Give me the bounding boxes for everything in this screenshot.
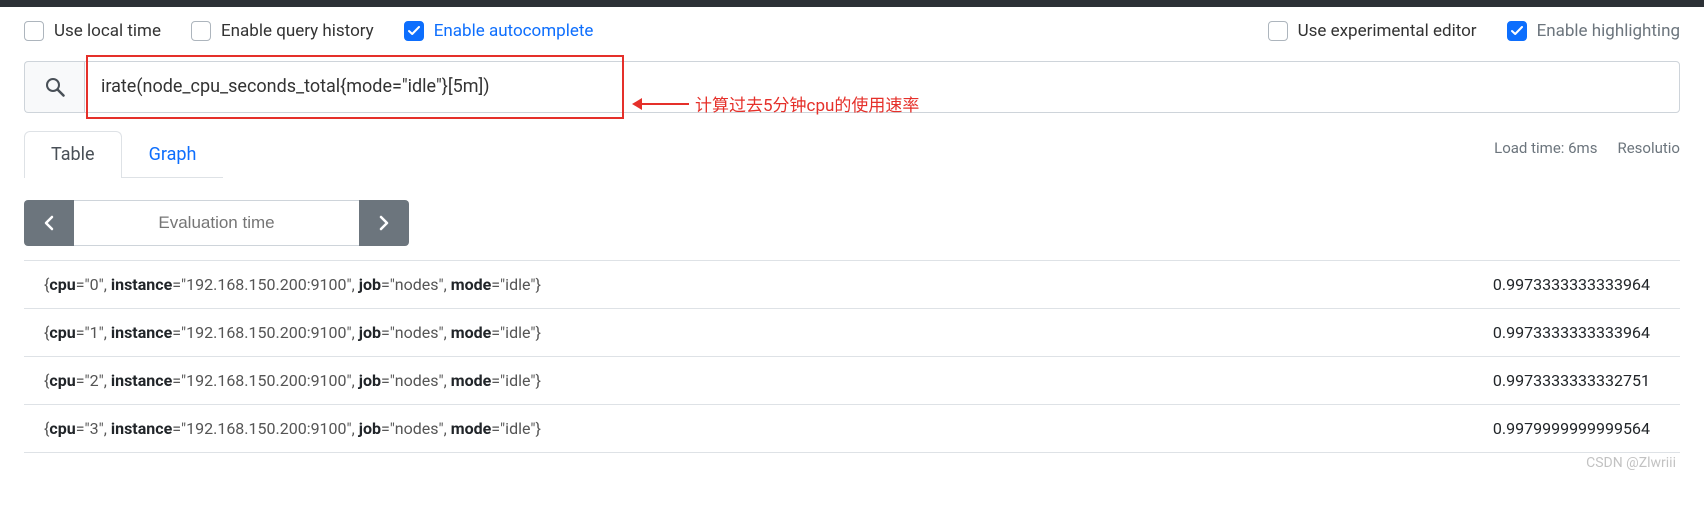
checkbox-label: Use experimental editor: [1298, 21, 1477, 41]
result-row[interactable]: {cpu="2", instance="192.168.150.200:9100…: [24, 357, 1680, 405]
evaluation-time-row: [0, 200, 1704, 246]
checkbox-box: [1268, 21, 1288, 41]
checkbox-box: [1507, 21, 1527, 41]
metric-labels: {cpu="3", instance="192.168.150.200:9100…: [44, 419, 541, 438]
watermark-text: CSDN @Zlwriii: [0, 453, 1704, 471]
metric-value: 0.9979999999999564: [1493, 419, 1660, 438]
checkbox-query-history[interactable]: Enable query history: [191, 21, 374, 41]
metric-labels: {cpu="1", instance="192.168.150.200:9100…: [44, 323, 541, 342]
metric-labels: {cpu="2", instance="192.168.150.200:9100…: [44, 371, 541, 390]
result-row[interactable]: {cpu="1", instance="192.168.150.200:9100…: [24, 309, 1680, 357]
metric-labels: {cpu="0", instance="192.168.150.200:9100…: [44, 275, 541, 294]
checkbox-autocomplete[interactable]: Enable autocomplete: [404, 21, 594, 41]
evaluation-time-input[interactable]: [74, 200, 359, 246]
execute-query-button[interactable]: [24, 61, 84, 113]
metric-value: 0.9973333333332751: [1493, 371, 1660, 390]
query-row: 计算过去5分钟cpu的使用速率: [0, 61, 1704, 113]
query-stats: Load time: 6ms Resolutio: [1494, 139, 1680, 157]
tabs-row: Table Graph Load time: 6ms Resolutio: [0, 131, 1704, 178]
resolution-label: Resolutio: [1617, 139, 1680, 157]
tab-graph[interactable]: Graph: [122, 131, 224, 177]
options-row: Use local time Enable query history Enab…: [0, 7, 1704, 51]
top-dark-bar: [0, 0, 1704, 7]
chevron-right-icon: [378, 215, 390, 231]
checkbox-label: Enable query history: [221, 21, 374, 41]
tab-table[interactable]: Table: [24, 131, 122, 178]
chevron-left-icon: [43, 215, 55, 231]
checkbox-box: [24, 21, 44, 41]
checkbox-box: [404, 21, 424, 41]
result-row[interactable]: {cpu="3", instance="192.168.150.200:9100…: [24, 405, 1680, 453]
checkbox-box: [191, 21, 211, 41]
eval-time-prev-button[interactable]: [24, 200, 74, 246]
query-expression-input[interactable]: [84, 61, 1680, 113]
checkbox-highlighting[interactable]: Enable highlighting: [1507, 21, 1680, 41]
search-icon: [45, 77, 65, 97]
eval-time-next-button[interactable]: [359, 200, 409, 246]
load-time-label: Load time: 6ms: [1494, 139, 1597, 157]
metric-value: 0.9973333333333964: [1493, 323, 1660, 342]
result-row[interactable]: {cpu="0", instance="192.168.150.200:9100…: [24, 260, 1680, 309]
checkbox-label: Enable highlighting: [1537, 21, 1680, 41]
checkbox-experimental-editor[interactable]: Use experimental editor: [1268, 21, 1477, 41]
results-table: {cpu="0", instance="192.168.150.200:9100…: [0, 260, 1704, 453]
checkbox-local-time[interactable]: Use local time: [24, 21, 161, 41]
checkbox-label: Use local time: [54, 21, 161, 41]
metric-value: 0.9973333333333964: [1493, 275, 1660, 294]
checkbox-label: Enable autocomplete: [434, 21, 594, 41]
